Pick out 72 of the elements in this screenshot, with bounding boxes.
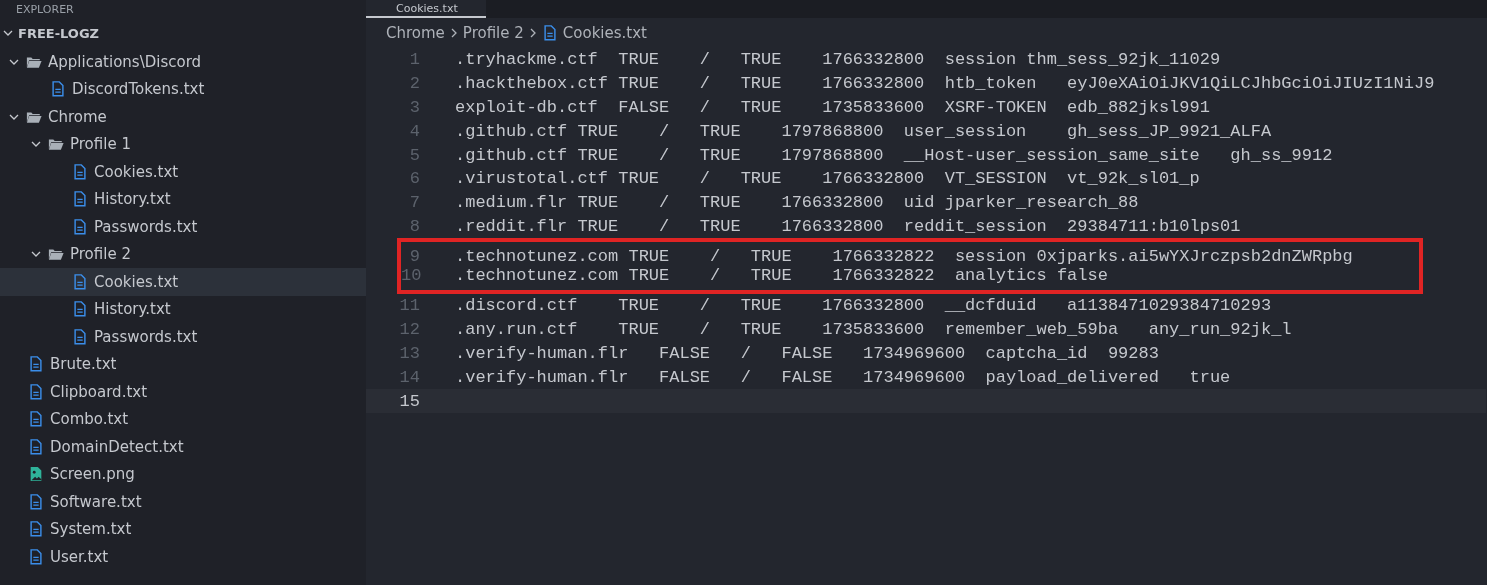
code-line: .verify-human.flr FALSE / FALSE 1734969600 captcha_id 99283	[455, 343, 1159, 363]
code-line: .github.ctf TRUE / TRUE 1797868800 user_session gh_sess_JP_9921_ALFA	[455, 121, 1272, 141]
file-icon	[50, 81, 66, 98]
code-line: .hackthebox.ctf TRUE / TRUE 1766332800 htb_token eyJ0eXAiOiJKV1QiLCJhbGciOiJIUzI1NiJ9	[455, 74, 1435, 94]
code-line: .reddit.flr TRUE / TRUE 1766332800 reddit_session 29384711:b10lps01	[455, 216, 1241, 236]
breadcrumb-item[interactable]: Chrome	[386, 24, 445, 42]
code-line: .github.ctf TRUE / TRUE 1797868800 __Host-user_session_same_site gh_ss_9912	[455, 145, 1333, 165]
tree-item[interactable]: Applications\Discord	[0, 48, 366, 76]
line-number: 9	[408, 247, 421, 267]
tree-item[interactable]: Cookies.txt	[0, 158, 366, 186]
line-number: 14	[398, 367, 421, 387]
file-icon	[28, 548, 44, 565]
line-number: 2	[408, 74, 421, 94]
tree-item[interactable]: Brute.txt	[0, 350, 366, 378]
line-number: 13	[398, 343, 421, 363]
image-file-icon	[28, 466, 44, 483]
file-icon	[28, 356, 44, 373]
file-icon	[28, 438, 44, 455]
breadcrumb-item[interactable]: Cookies.txt	[562, 24, 647, 42]
line-number: 4	[408, 121, 421, 141]
code-line: .technotunez.com TRUE / TRUE 1766332822 session 0xjparks.ai5wYXJrczpsb2dnZWRpbg	[455, 247, 1353, 267]
tree-item[interactable]: Combo.txt	[0, 405, 366, 433]
tree-item[interactable]: Cookies.txt	[0, 268, 366, 296]
code-line: exploit-db.ctf FALSE / TRUE 1735833600 XSRF-TOKEN edb_882jksl991	[455, 98, 1210, 117]
tree-item[interactable]: Software.txt	[0, 488, 366, 516]
code-line: .tryhackme.ctf TRUE / TRUE 1766332800 session thm_sess_92jk_11029	[455, 50, 1221, 70]
tree-item[interactable]: System.txt	[0, 515, 366, 543]
editor-tab[interactable]: Cookies.txt	[366, 0, 486, 18]
file-icon	[28, 493, 44, 510]
tree-item[interactable]: Screen.png	[0, 460, 366, 488]
tree-item[interactable]: Passwords.txt	[0, 213, 366, 241]
line-number: 5	[408, 145, 421, 165]
code-line: .technotunez.com TRUE / TRUE 1766332822 analytics false	[455, 266, 1108, 286]
tree-root[interactable]: FREE-LOGZ	[0, 18, 366, 48]
file-icon	[72, 191, 88, 208]
file-icon	[72, 301, 88, 318]
file-icon	[28, 411, 44, 428]
code-line: .virustotal.ctf TRUE / TRUE 1766332800 VT_SESSION vt_92k_sl01_p	[455, 169, 1200, 189]
file-icon	[28, 383, 44, 400]
line-number: 3	[408, 98, 421, 117]
line-number: 8	[408, 216, 421, 236]
file-icon	[72, 328, 88, 345]
file-icon	[72, 163, 88, 180]
file-icon	[72, 273, 88, 290]
line-number: 12	[398, 320, 421, 340]
tree-item[interactable]: Passwords.txt	[0, 323, 366, 351]
code-line: .medium.flr TRUE / TRUE 1766332800 uid jparker_research_88	[455, 193, 1139, 213]
line-number: 10	[401, 266, 423, 286]
panel-title: EXPLORER	[15, 2, 74, 16]
tree-item[interactable]: Chrome	[0, 103, 366, 131]
line-number: 7	[408, 193, 421, 213]
code-line: .any.run.ctf TRUE / TRUE 1735833600 remember_web_59ba any_run_92jk_l	[455, 320, 1292, 340]
breadcrumb-item[interactable]: Profile 2	[462, 24, 524, 42]
file-icon	[72, 218, 88, 235]
chevron-right-icon	[449, 27, 458, 39]
tree-item[interactable]: User.txt	[0, 543, 366, 571]
line-number: 6	[408, 169, 421, 189]
tree-item[interactable]: History.txt	[0, 295, 366, 323]
chevron-right-icon	[528, 27, 537, 39]
tree-item[interactable]: History.txt	[0, 185, 366, 213]
line-number: 15	[398, 391, 421, 411]
tree-item[interactable]: Clipboard.txt	[0, 378, 366, 406]
code-line: .discord.ctf TRUE / TRUE 1766332800 __dcfduid a1138471029384710293	[455, 296, 1272, 316]
line-number: 1	[408, 50, 421, 70]
line-number: 11	[398, 296, 421, 316]
tree-item[interactable]: Profile 1	[0, 130, 366, 158]
file-icon	[541, 25, 558, 41]
tree-item[interactable]: DomainDetect.txt	[0, 433, 366, 461]
tree-item[interactable]: Profile 2	[0, 240, 366, 268]
tree-item[interactable]: DiscordTokens.txt	[0, 75, 366, 103]
code-line: .verify-human.flr FALSE / FALSE 1734969600 payload_delivered true	[455, 367, 1231, 387]
file-icon	[28, 521, 44, 538]
